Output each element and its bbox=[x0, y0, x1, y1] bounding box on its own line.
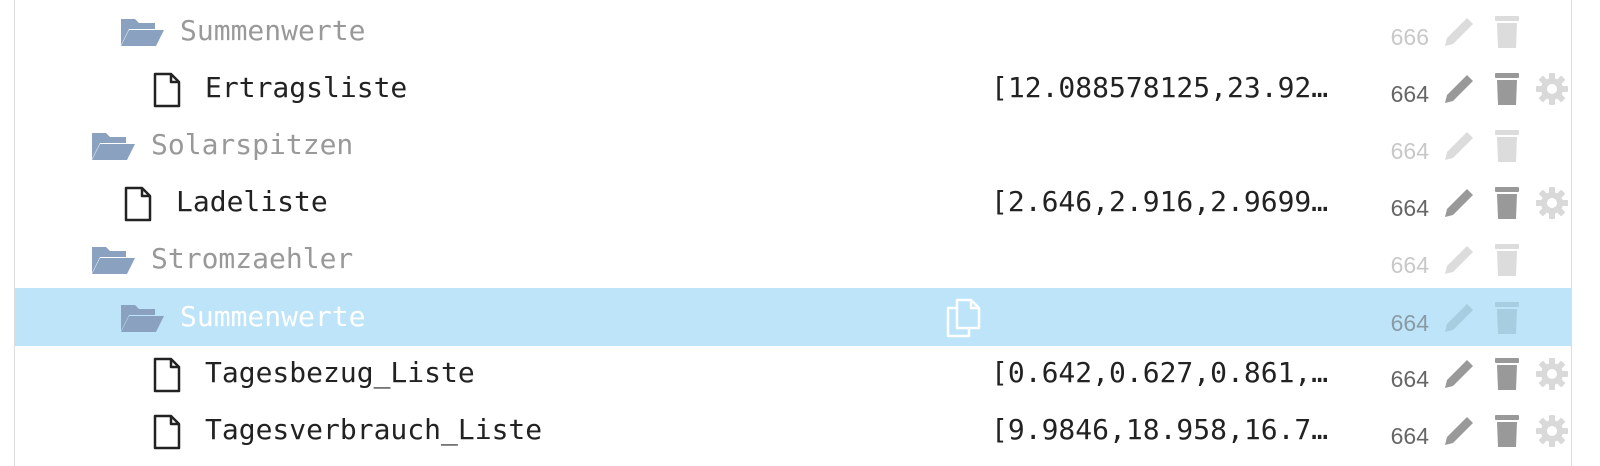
acl-value: 664 bbox=[1390, 81, 1429, 107]
folder-open-icon bbox=[92, 247, 135, 274]
tree-item-label: Summenwerte bbox=[180, 300, 366, 333]
edit-icon[interactable] bbox=[1441, 356, 1477, 392]
edit-icon[interactable] bbox=[1441, 300, 1477, 336]
edit-icon[interactable] bbox=[1441, 14, 1477, 50]
tree-item-label: Tagesbezug_Liste bbox=[205, 356, 475, 389]
copy-icon[interactable] bbox=[945, 298, 981, 338]
tree-item-value: [9.9846,18.958,16.7… bbox=[991, 413, 1329, 446]
tree-row-folder-summenwerte-selected[interactable]: Summenwerte 664 bbox=[15, 288, 1571, 346]
tree-item-label: Ertragsliste bbox=[205, 71, 408, 104]
gear-icon[interactable] bbox=[1534, 356, 1570, 392]
tree-item-value: [0.642,0.627,0.861,… bbox=[991, 356, 1329, 389]
folder-open-icon bbox=[121, 19, 164, 46]
tree-row-folder-stromzaehler[interactable]: Stromzaehler 664 bbox=[15, 230, 1571, 288]
acl-value: 664 bbox=[1390, 252, 1429, 278]
folder-open-icon bbox=[92, 133, 135, 160]
tree-row-folder-summenwerte[interactable]: Summenwerte 666 bbox=[15, 2, 1571, 60]
acl-value: 664 bbox=[1390, 310, 1429, 336]
object-tree: Summenwerte 666 Ertragsliste [12.0885781… bbox=[14, 0, 1572, 466]
delete-icon[interactable] bbox=[1489, 185, 1525, 221]
gear-icon[interactable] bbox=[1534, 71, 1570, 107]
folder-open-icon bbox=[121, 305, 164, 332]
delete-icon[interactable] bbox=[1489, 356, 1525, 392]
delete-icon[interactable] bbox=[1489, 71, 1525, 107]
edit-icon[interactable] bbox=[1441, 242, 1477, 278]
tree-item-value: [12.088578125,23.92… bbox=[991, 71, 1329, 104]
tree-item-label: Solarspitzen bbox=[151, 128, 354, 161]
tree-item-label: Summenwerte bbox=[180, 14, 366, 47]
tree-item-value: [2.646,2.916,2.9699… bbox=[991, 185, 1329, 218]
file-icon bbox=[153, 357, 181, 393]
gear-icon[interactable] bbox=[1534, 185, 1570, 221]
tree-row-file-tagesbezug-liste[interactable]: Tagesbezug_Liste [0.642,0.627,0.861,… 66… bbox=[15, 344, 1571, 402]
tree-item-label: Stromzaehler bbox=[151, 242, 354, 275]
delete-icon[interactable] bbox=[1489, 413, 1525, 449]
acl-value: 664 bbox=[1390, 138, 1429, 164]
tree-row-file-ertragsliste[interactable]: Ertragsliste [12.088578125,23.92… 664 bbox=[15, 59, 1571, 117]
delete-icon[interactable] bbox=[1489, 128, 1525, 164]
edit-icon[interactable] bbox=[1441, 71, 1477, 107]
tree-row-file-ladeliste[interactable]: Ladeliste [2.646,2.916,2.9699… 664 bbox=[15, 173, 1571, 231]
file-icon bbox=[153, 414, 181, 450]
edit-icon[interactable] bbox=[1441, 185, 1477, 221]
delete-icon[interactable] bbox=[1489, 14, 1525, 50]
delete-icon[interactable] bbox=[1489, 242, 1525, 278]
delete-icon[interactable] bbox=[1489, 300, 1525, 336]
tree-item-label: Ladeliste bbox=[176, 185, 328, 218]
file-icon bbox=[124, 186, 152, 222]
acl-value: 664 bbox=[1390, 423, 1429, 449]
acl-value: 664 bbox=[1390, 366, 1429, 392]
edit-icon[interactable] bbox=[1441, 128, 1477, 164]
file-icon bbox=[153, 72, 181, 108]
tree-item-label: Tagesverbrauch_Liste bbox=[205, 413, 543, 446]
acl-value: 664 bbox=[1390, 195, 1429, 221]
tree-row-folder-solarspitzen[interactable]: Solarspitzen 664 bbox=[15, 116, 1571, 174]
gear-icon[interactable] bbox=[1534, 413, 1570, 449]
edit-icon[interactable] bbox=[1441, 413, 1477, 449]
tree-row-file-tagesverbrauch-liste[interactable]: Tagesverbrauch_Liste [9.9846,18.958,16.7… bbox=[15, 401, 1571, 459]
acl-value: 666 bbox=[1390, 24, 1429, 50]
